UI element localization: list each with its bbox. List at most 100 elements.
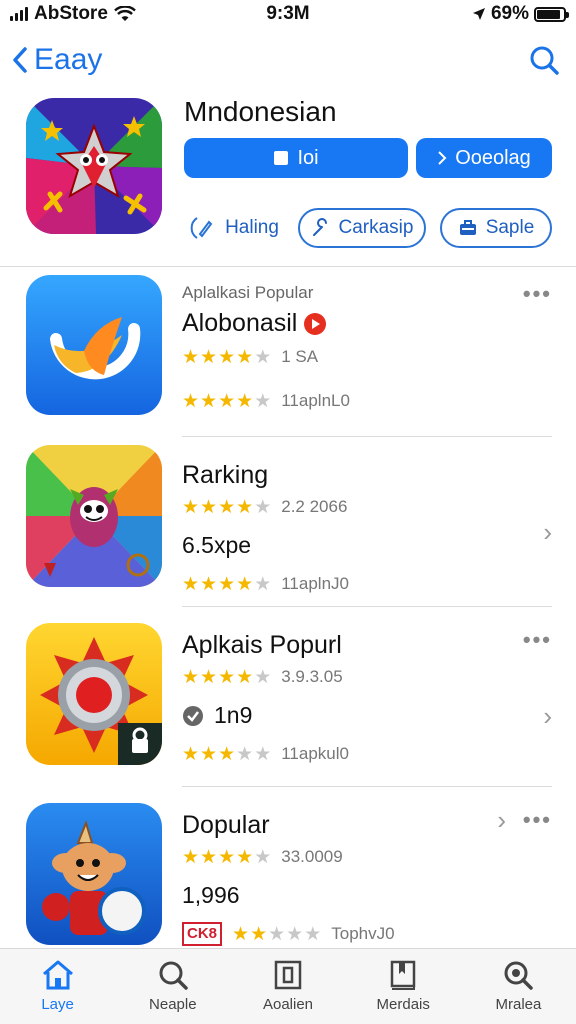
star-rating: ★ ★ ★ ★ ★: [182, 666, 271, 689]
chevron-right-icon: [438, 151, 447, 165]
tab-home[interactable]: Laye: [0, 949, 115, 1024]
star-icon: ★: [218, 346, 236, 368]
location-arrow-icon: [472, 8, 485, 20]
tab-label: Aoalien: [262, 996, 314, 1013]
star-icon: ★: [254, 346, 272, 368]
app-size: 1,996: [182, 882, 240, 908]
star-icon: ★: [182, 496, 200, 518]
star-icon: ★: [254, 666, 272, 688]
more-button[interactable]: •••: [523, 627, 552, 653]
chevron-right-icon[interactable]: ›: [543, 701, 552, 732]
tab-updates[interactable]: Merdais: [346, 949, 461, 1024]
star-icon: ★: [218, 496, 236, 518]
tab-label: Laye: [41, 996, 74, 1013]
app-info: Rarking ★ ★ ★ ★ ★ 2.2 2066 6.5xpe ★ ★ ★ ★ ★ 11ap…: [182, 445, 552, 597]
star-icon: ★: [200, 846, 218, 868]
downloads-text: 11apkul0: [281, 744, 349, 763]
star-icon: ★: [268, 923, 286, 945]
tab-search[interactable]: Neaple: [115, 949, 230, 1024]
battery-fill: [537, 9, 561, 19]
rating-button[interactable]: Haling: [184, 208, 284, 248]
star-icon: ★: [200, 496, 218, 518]
status-right: 69%: [472, 3, 569, 25]
star-icon: ★: [182, 846, 200, 868]
star-rating: ★ ★ ★ ★ ★: [182, 346, 271, 369]
pen-icon: [190, 217, 213, 239]
tab-label: Merdais: [376, 996, 430, 1013]
battery-percent: 69%: [490, 3, 529, 24]
search-icon: [530, 46, 559, 75]
download-button[interactable]: Ooeolag: [416, 138, 552, 178]
downloads-row: ★ ★ ★ ★ ★ 11apkul0: [182, 741, 552, 767]
tab-label: Mralea: [495, 996, 542, 1013]
star-icon: ★: [236, 666, 254, 688]
list-item[interactable]: Dopular ★ ★ ★ ★ ★ 33.0009 1,996 CK8 ★ ★ ★ ★ ★ To…: [0, 787, 576, 957]
star-icon: ★: [232, 923, 250, 945]
app-icon[interactable]: [26, 275, 162, 415]
star-rating: ★ ★ ★ ★ ★: [182, 743, 271, 766]
list-item[interactable]: Aplkais Popurl ★ ★ ★ ★ ★ 3.9.3.05 1n9 ★ ★ ★ ★ ★ …: [0, 607, 576, 787]
star-icon: ★: [182, 390, 200, 412]
app-icon[interactable]: [26, 623, 162, 765]
star-icon: ★: [218, 743, 236, 765]
app-info: Aplkais Popurl ★ ★ ★ ★ ★ 3.9.3.05 1n9 ★ ★ ★ ★ ★ …: [182, 615, 552, 767]
back-label: Eaay: [34, 43, 103, 76]
downloads-text: 11aplnL0: [281, 391, 350, 410]
rating-row: ★ ★ ★ ★ ★ 33.0009: [182, 844, 552, 870]
star-rating: ★ ★ ★ ★ ★: [182, 390, 271, 413]
star-icon: ★: [200, 666, 218, 688]
download-button-label: Ooeolag: [455, 146, 531, 169]
chevron-right-icon[interactable]: ›: [543, 517, 552, 548]
list-item[interactable]: Rarking ★ ★ ★ ★ ★ 2.2 2066 6.5xpe ★ ★ ★ ★ ★ 11ap…: [0, 437, 576, 607]
back-button[interactable]: Eaay: [12, 43, 102, 77]
sample-button[interactable]: Saple: [440, 208, 552, 248]
search-button[interactable]: [524, 40, 564, 80]
star-icon: ★: [182, 743, 200, 765]
more-button[interactable]: •••: [523, 281, 552, 307]
sample-button-label: Saple: [485, 217, 535, 238]
chevron-right-icon[interactable]: ›: [497, 805, 506, 836]
app-name: Alobonasil: [182, 309, 298, 337]
app-icon[interactable]: [26, 803, 162, 945]
star-icon: ★: [254, 573, 272, 595]
star-icon: ★: [200, 390, 218, 412]
app-name: Aplkais Popurl: [182, 631, 342, 659]
chevron-left-icon: [13, 47, 27, 73]
status-bar: AbStore 9:3M 69%: [0, 0, 576, 28]
star-icon: ★: [286, 923, 304, 945]
signal-icon: [10, 7, 28, 21]
tab-apps[interactable]: Aoalien: [230, 949, 345, 1024]
list-item[interactable]: Aplalkasi Popular Alobonasil ★ ★ ★ ★ ★ 1 SA …: [0, 267, 576, 437]
star-icon: ★: [200, 573, 218, 595]
book-icon: [390, 960, 416, 990]
star-rating: ★ ★ ★ ★ ★: [182, 573, 271, 596]
star-icon: ★: [236, 573, 254, 595]
home-icon: [42, 960, 73, 990]
star-icon: ★: [200, 346, 218, 368]
app-icon[interactable]: [26, 445, 162, 587]
star-icon: ★: [218, 846, 236, 868]
case-icon: [459, 220, 476, 235]
rating-row: ★ ★ ★ ★ ★ 3.9.3.05: [182, 664, 552, 690]
tab-explore[interactable]: Mralea: [461, 949, 576, 1024]
tab-label: Neaple: [149, 996, 197, 1013]
rating-text: 33.0009: [281, 847, 343, 866]
share-button[interactable]: Carkasip: [298, 208, 426, 248]
star-icon: ★: [218, 666, 236, 688]
star-icon: ★: [218, 390, 236, 412]
star-icon: ★: [236, 846, 254, 868]
rating-text: 3.9.3.05: [281, 667, 343, 686]
nav-bar: Eaay: [0, 34, 576, 86]
status-left: AbStore: [10, 3, 136, 25]
get-button[interactable]: Ioi: [184, 138, 408, 178]
more-button[interactable]: •••: [523, 807, 552, 833]
star-icon: ★: [182, 666, 200, 688]
battery-icon: [534, 6, 569, 22]
downloads-text: 11aplnJ0: [281, 574, 349, 593]
play-badge-icon: [304, 312, 327, 335]
star-icon: ★: [254, 743, 272, 765]
search-icon: [159, 961, 188, 990]
star-icon: ★: [218, 573, 236, 595]
featured-app-icon[interactable]: [26, 98, 162, 234]
app-size: 1n9: [214, 702, 253, 728]
